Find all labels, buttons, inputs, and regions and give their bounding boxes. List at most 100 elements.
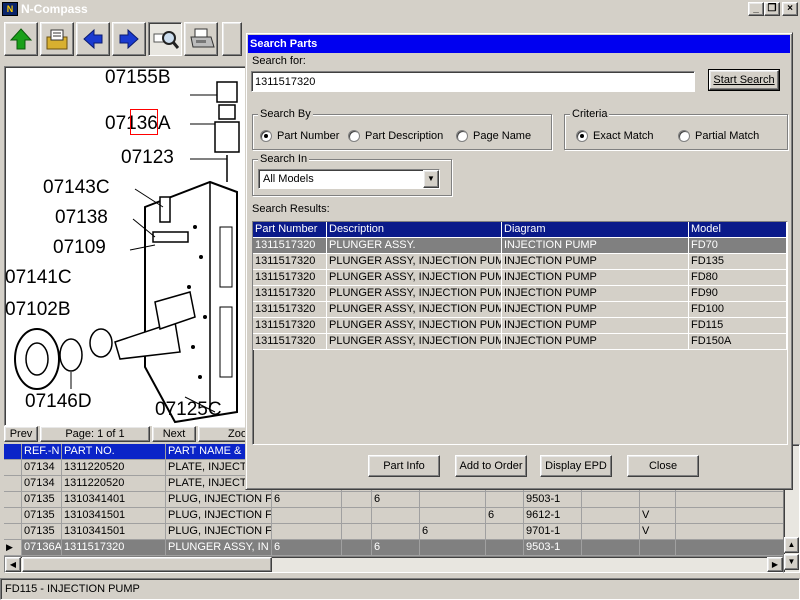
grid-cell [342,508,372,524]
scroll-right-icon[interactable]: ▶ [767,557,783,572]
callout-label[interactable]: 07109 [53,237,106,259]
page-name-radio[interactable] [456,130,468,142]
grid-cell: V [640,524,676,540]
grid-cell: 9701-1 [524,524,582,540]
grid-cell [640,540,676,556]
exact-match-label[interactable]: Exact Match [593,130,654,142]
grid-cell: 07134 [22,460,62,476]
callout-label[interactable]: 07146D [25,391,92,413]
grid-column-header[interactable]: PART NO. [62,444,166,460]
prev-page-button[interactable]: Prev [4,426,38,442]
callout-label[interactable]: 07125C [155,399,222,421]
row-indicator[interactable] [4,508,22,524]
search-in-value: All Models [263,173,314,185]
scroll-up-icon[interactable]: ▲ [784,537,799,553]
search-by-label: Search By [258,108,313,120]
grid-cell: 07136A [22,540,62,556]
printer-icon [190,28,215,48]
results-column-header[interactable]: Model [689,222,787,238]
results-row[interactable]: 1311517320 PLUNGER ASSY, INJECTION PUMP IN… [253,318,787,334]
results-cell: FD80 [689,270,787,286]
close-dialog-button[interactable]: Close [627,455,699,477]
restore-button[interactable]: ❐ [764,2,780,16]
callout-label[interactable]: 07143C [43,177,110,199]
scroll-thumb[interactable] [22,557,272,572]
print-button[interactable] [184,22,218,56]
callout-label[interactable]: 07155B [105,67,171,89]
grid-cell: PLUG, INJECTION F [166,524,272,540]
grid-row[interactable]: 07135 1310341501 PLUG, INJECTION F 6 9701-1 V [4,524,786,540]
part-description-radio[interactable] [348,130,360,142]
grid-cell [582,492,640,508]
row-indicator[interactable] [4,524,22,540]
results-column-header[interactable]: Diagram [502,222,689,238]
grid-cell: 6 [372,492,420,508]
callout-label[interactable]: 07123 [121,147,174,169]
part-info-button[interactable]: Part Info [368,455,440,477]
results-row[interactable]: 1311517320 PLUNGER ASSY, INJECTION PUMP IN… [253,270,787,286]
page-indicator: Page: 1 of 1 [40,426,150,442]
search-in-select[interactable]: All Models ▼ [258,169,440,189]
results-cell: INJECTION PUMP [502,302,689,318]
results-row[interactable]: 1311517320 PLUNGER ASSY, INJECTION PUMP IN… [253,286,787,302]
row-indicator[interactable]: ▶ [4,540,22,556]
search-input[interactable] [251,71,695,92]
open-book-button[interactable] [40,22,74,56]
search-parts-dialog: Search Parts Search for: Start Search Se… [245,32,793,490]
results-row[interactable]: 1311517320 PLUNGER ASSY. INJECTION PUMP FD7… [253,238,787,254]
results-row[interactable]: 1311517320 PLUNGER ASSY, INJECTION PUMP IN… [253,302,787,318]
exact-match-radio[interactable] [576,130,588,142]
start-search-button[interactable]: Start Search [708,69,780,91]
callout-label[interactable]: 07102B [5,299,71,321]
parts-diagram[interactable]: 07155B 07136A 07123 07143C 07138 07109 0… [4,66,250,426]
back-button[interactable] [76,22,110,56]
grid-cell [582,540,640,556]
search-results-label: Search Results: [252,203,330,215]
grid-row[interactable]: ▶ 07136A 1311517320 PLUNGER ASSY, IN 6 6 9503-… [4,540,786,556]
minimize-button[interactable]: _ [748,2,764,16]
display-epd-button[interactable]: Display EPD [540,455,612,477]
results-cell: PLUNGER ASSY, INJECTION PUMP [327,254,502,270]
up-button[interactable] [4,22,38,56]
row-indicator[interactable] [4,492,22,508]
callout-label[interactable]: 07138 [55,207,108,229]
results-cell: INJECTION PUMP [502,334,689,350]
scroll-down-icon[interactable]: ▼ [784,554,799,570]
search-parts-button[interactable] [148,22,182,56]
add-to-order-button[interactable]: Add to Order [455,455,527,477]
callout-label[interactable]: 07141C [5,267,72,289]
row-indicator[interactable] [4,460,22,476]
grid-cell [582,524,640,540]
horizontal-scrollbar[interactable]: ◀ ▶ [4,556,786,573]
page-name-label[interactable]: Page Name [473,130,531,142]
grid-column-header[interactable]: REF.-N [22,444,62,460]
results-row[interactable]: 1311517320 PLUNGER ASSY, INJECTION PUMP IN… [253,254,787,270]
results-cell: INJECTION PUMP [502,318,689,334]
next-page-button[interactable]: Next [152,426,196,442]
grid-cell: PLUG, INJECTION F [166,492,272,508]
results-row[interactable]: 1311517320 PLUNGER ASSY, INJECTION PUMP IN… [253,334,787,350]
row-indicator[interactable] [4,476,22,492]
main-titlebar: N N-Compass _ ❐ × [0,0,800,18]
close-window-button[interactable]: × [782,2,798,16]
part-number-label[interactable]: Part Number [277,130,339,142]
grid-row[interactable]: 07135 1310341501 PLUG, INJECTION F 6 9612-1 V [4,508,786,524]
toolbar-button[interactable] [222,22,242,56]
scroll-left-icon[interactable]: ◀ [5,557,21,572]
part-description-label[interactable]: Part Description [365,130,443,142]
partial-match-radio[interactable] [678,130,690,142]
zoom-button[interactable]: Zoo [198,426,250,442]
results-cell: FD115 [689,318,787,334]
grid-row[interactable]: 07135 1310341401 PLUG, INJECTION F 6 6 9503-1 [4,492,786,508]
results-column-header[interactable]: Description [327,222,502,238]
partial-match-label[interactable]: Partial Match [695,130,759,142]
dropdown-arrow-icon[interactable]: ▼ [423,170,439,188]
grid-cell [676,508,786,524]
forward-button[interactable] [112,22,146,56]
search-results-table[interactable]: Part Number Description Diagram Model 13… [252,221,788,445]
grid-cell [676,492,786,508]
part-number-radio[interactable] [260,130,272,142]
results-column-header[interactable]: Part Number [253,222,327,238]
grid-cell [372,524,420,540]
folder-book-icon [46,29,68,50]
